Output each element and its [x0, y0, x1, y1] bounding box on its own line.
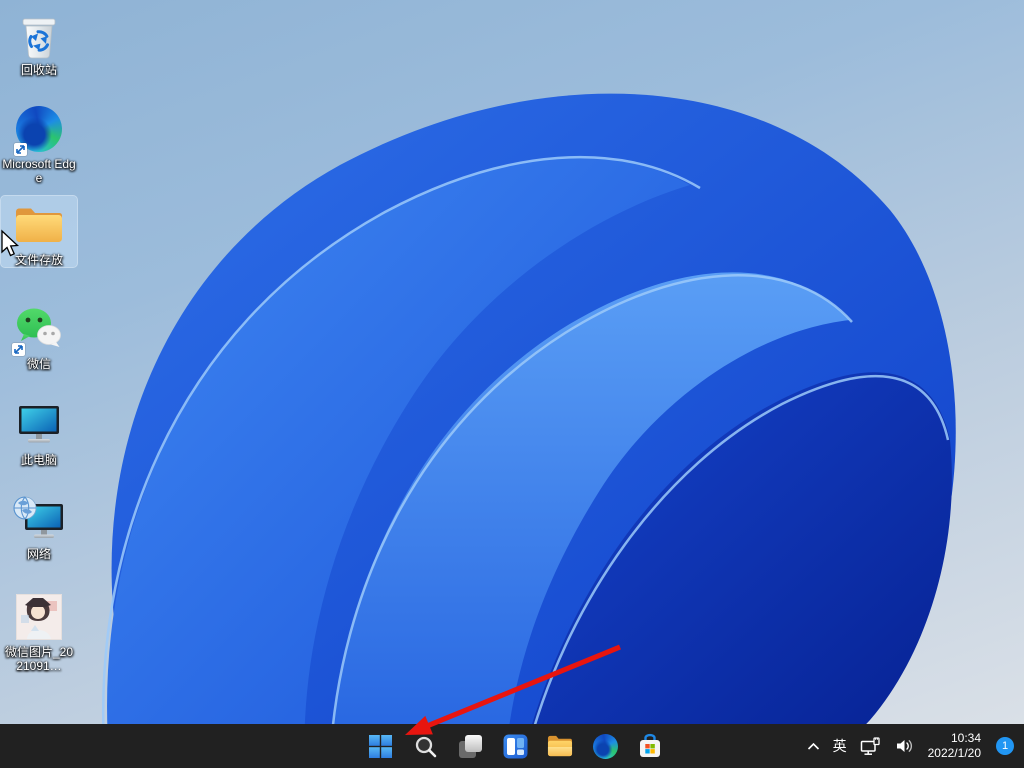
desktop-icon-file-folder[interactable]: 文件存放 [1, 196, 77, 267]
clock[interactable]: 10:34 2022/1/20 [928, 731, 981, 761]
taskbar: 英 10:34 2022/1/20 1 [0, 724, 1024, 768]
task-view-button[interactable] [457, 733, 483, 759]
chevron-up-icon [807, 741, 820, 752]
start-button[interactable] [367, 733, 393, 759]
edge-icon [16, 104, 62, 154]
network-icon [13, 494, 65, 544]
shortcut-arrow-icon [12, 343, 25, 356]
windows-start-icon [368, 734, 393, 759]
icon-label: 回收站 [21, 63, 57, 77]
task-view-icon [458, 734, 483, 759]
this-pc-icon [16, 400, 62, 450]
edge-icon [593, 734, 618, 759]
search-button[interactable] [412, 733, 438, 759]
desktop-icon-wechat[interactable]: 微信 [1, 300, 77, 371]
volume-button[interactable] [895, 736, 915, 756]
recycle-bin-icon [17, 10, 61, 60]
desktop-icon-microsoft-edge[interactable]: Microsoft Edge [1, 100, 77, 185]
icon-label: 微信图片_2021091… [2, 645, 76, 673]
search-icon [414, 735, 437, 758]
network-status-button[interactable] [860, 737, 882, 756]
file-explorer-button[interactable] [547, 733, 573, 759]
widgets-icon [503, 734, 528, 759]
icon-label: 文件存放 [15, 253, 63, 267]
desktop-wallpaper [0, 0, 1024, 768]
taskbar-center-group [367, 724, 663, 768]
system-tray: 英 10:34 2022/1/20 1 [807, 724, 1024, 768]
notification-badge[interactable]: 1 [996, 737, 1014, 755]
desktop-icon-wechat-image[interactable]: 微信图片_2021091… [1, 588, 77, 673]
image-thumbnail [16, 592, 62, 642]
speaker-icon [895, 736, 915, 756]
desktop-icon-recycle-bin[interactable]: 回收站 [1, 6, 77, 77]
desktop-icon-network[interactable]: 网络 [1, 490, 77, 561]
shortcut-arrow-icon [14, 143, 27, 156]
icon-label: 微信 [27, 357, 51, 371]
folder-icon [13, 200, 65, 250]
clock-date: 2022/1/20 [928, 746, 981, 761]
icon-label: 此电脑 [21, 453, 57, 467]
microsoft-store-button[interactable] [637, 733, 663, 759]
widgets-button[interactable] [502, 733, 528, 759]
icon-label: 网络 [27, 547, 51, 561]
ethernet-network-icon [860, 737, 882, 756]
desktop-icon-this-pc[interactable]: 此电脑 [1, 396, 77, 467]
file-explorer-icon [547, 734, 573, 758]
wechat-icon [14, 304, 64, 354]
ime-indicator[interactable]: 英 [833, 736, 847, 756]
edge-button[interactable] [592, 733, 618, 759]
clock-time: 10:34 [928, 731, 981, 746]
hidden-icons-chevron-button[interactable] [807, 741, 820, 752]
microsoft-store-icon [637, 733, 663, 759]
icon-label: Microsoft Edge [2, 157, 76, 185]
